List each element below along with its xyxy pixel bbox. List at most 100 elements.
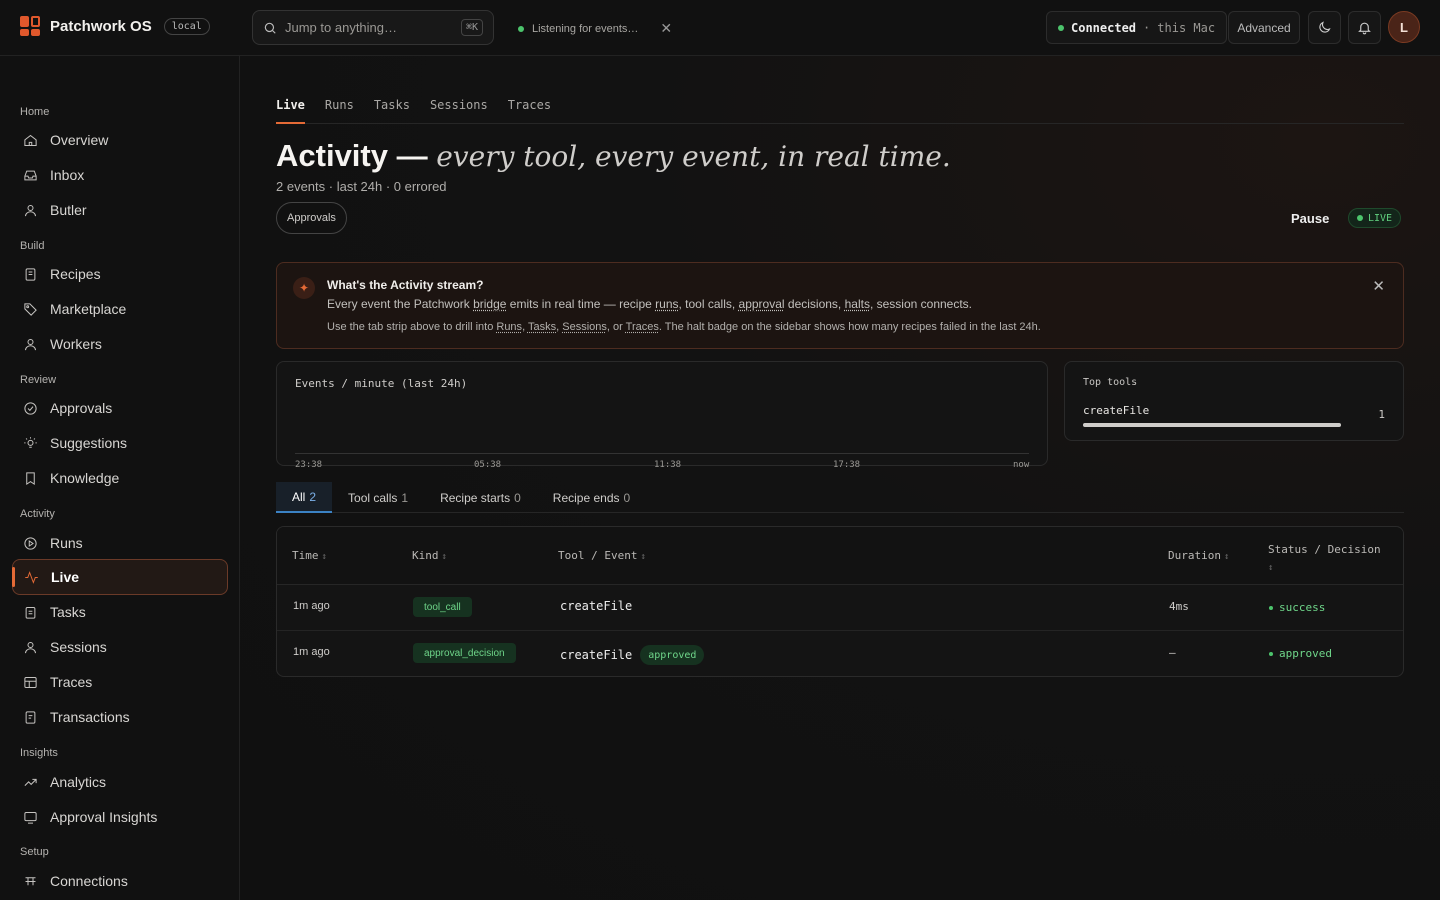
sidebar-item-approvals[interactable]: Approvals xyxy=(12,390,228,426)
bell-icon xyxy=(1358,22,1371,35)
filter-tab-recipe-starts[interactable]: Recipe starts 0 xyxy=(424,482,537,513)
tab-sessions[interactable]: Sessions xyxy=(430,96,488,124)
column-status[interactable]: Status / Decision ↕ xyxy=(1268,541,1398,577)
top-tool-bar-track xyxy=(1083,423,1341,427)
row-duration: — xyxy=(1169,646,1176,659)
connection-label: Connected xyxy=(1071,20,1137,35)
tab-tasks[interactable]: Tasks xyxy=(374,96,410,124)
sidebar-item-marketplace[interactable]: Marketplace xyxy=(12,291,228,327)
sidebar-item-recipes[interactable]: Recipes xyxy=(12,256,228,292)
search-box[interactable]: Jump to anything… ⌘K xyxy=(252,10,494,45)
sessions-tab-link[interactable]: Sessions xyxy=(562,321,607,333)
top-tool-name[interactable]: createFile xyxy=(1083,404,1149,417)
sidebar-item-label: Connections xyxy=(50,873,128,889)
column-tool-event[interactable]: Tool / Event ↕ xyxy=(558,549,646,562)
sidebar-item-traces[interactable]: Traces xyxy=(12,664,228,700)
notifications-button[interactable] xyxy=(1348,11,1381,44)
close-banner-icon[interactable]: ✕ xyxy=(1372,277,1385,295)
home-icon xyxy=(24,134,37,146)
sidebar-item-sessions[interactable]: Sessions xyxy=(12,629,228,665)
tab-runs[interactable]: Runs xyxy=(325,96,354,124)
main-content: Live Runs Tasks Sessions Traces Activity… xyxy=(240,56,1440,900)
approval-link[interactable]: approval xyxy=(739,297,785,311)
sidebar-item-live[interactable]: Live xyxy=(12,559,228,595)
filter-tab-tool-calls[interactable]: Tool calls 1 xyxy=(332,482,424,513)
filter-tab-all[interactable]: All 2 xyxy=(276,482,333,513)
filter-tab-count: 1 xyxy=(401,490,409,505)
search-input[interactable]: Jump to anything… xyxy=(285,20,453,35)
sidebar-item-label: Knowledge xyxy=(50,470,120,486)
column-kind[interactable]: Kind ↕ xyxy=(412,549,447,562)
filter-tab-label: Recipe ends xyxy=(552,490,620,505)
bridge-link[interactable]: bridge xyxy=(473,297,506,311)
plug-icon xyxy=(25,876,36,885)
chart-title: Events / minute (last 24h) xyxy=(295,377,468,390)
listening-toast: Listening for events… ✕ xyxy=(518,20,672,37)
column-duration[interactable]: Duration ↕ xyxy=(1168,549,1229,562)
info-text: emits in real time — recipe xyxy=(506,297,656,311)
sidebar-item-runs[interactable]: Runs xyxy=(12,525,228,561)
filter-tab-recipe-ends[interactable]: Recipe ends 0 xyxy=(537,482,646,513)
column-label: Tool / Event xyxy=(558,549,638,562)
sidebar-item-workers[interactable]: Workers xyxy=(12,326,228,362)
live-badge-label: LIVE xyxy=(1368,212,1393,224)
sidebar-item-connections[interactable]: Connections xyxy=(12,863,228,899)
info-text: , or xyxy=(606,321,626,333)
row-status: success xyxy=(1269,601,1325,614)
close-toast-icon[interactable]: ✕ xyxy=(660,20,672,37)
column-label: Time xyxy=(292,549,319,562)
sidebar-item-label: Transactions xyxy=(50,709,130,725)
sidebar-item-transactions[interactable]: Transactions xyxy=(12,699,228,735)
bookmark-icon xyxy=(26,471,35,485)
sidebar-item-inbox[interactable]: Inbox xyxy=(12,157,228,193)
runs-tab-link[interactable]: Runs xyxy=(496,321,522,333)
row-time: 1m ago xyxy=(293,646,330,658)
sidebar-item-butler[interactable]: Butler xyxy=(12,192,228,228)
pause-button[interactable]: Pause xyxy=(1291,211,1329,226)
sort-icon: ↕ xyxy=(321,552,327,562)
sidebar-item-label: Tasks xyxy=(50,604,86,620)
filter-tab-count: 2 xyxy=(309,489,317,504)
sidebar-item-overview[interactable]: Overview xyxy=(12,122,228,158)
book-icon xyxy=(25,267,36,281)
sidebar-item-label: Workers xyxy=(50,336,102,352)
patchwork-logo-icon xyxy=(20,16,40,36)
table-row[interactable]: 1m ago approval_decision createFile appro… xyxy=(277,631,1403,676)
theme-toggle-button[interactable] xyxy=(1308,11,1341,44)
sort-icon: ↕ xyxy=(1268,563,1274,573)
traces-tab-link[interactable]: Traces xyxy=(626,321,659,333)
tab-traces[interactable]: Traces xyxy=(508,96,551,124)
column-time[interactable]: Time ↕ xyxy=(292,549,327,562)
tab-live[interactable]: Live xyxy=(276,96,305,124)
app-name: Patchwork OS xyxy=(50,17,152,35)
info-banner-line1: Every event the Patchwork bridge emits i… xyxy=(327,297,972,311)
event-filter-tabs: All 2 Tool calls 1 Recipe starts 0 Recipe e… xyxy=(276,482,1404,513)
sidebar-item-suggestions[interactable]: Suggestions xyxy=(12,425,228,461)
tool-name: createFile xyxy=(560,648,633,662)
sidebar-item-analytics[interactable]: Analytics xyxy=(12,764,228,800)
row-duration: 4ms xyxy=(1169,600,1189,613)
table-header: Time ↕ Kind ↕ Tool / Event ↕ Duration ↕ Stat… xyxy=(277,527,1403,585)
avatar[interactable]: L xyxy=(1388,11,1420,43)
sort-icon: ↕ xyxy=(640,552,646,562)
info-text: , session connects. xyxy=(869,297,973,311)
runs-link[interactable]: runs xyxy=(655,297,678,311)
decision-tag: approved xyxy=(640,645,705,665)
column-label: Kind xyxy=(412,549,439,562)
user-icon xyxy=(25,204,36,216)
table-row[interactable]: 1m ago tool_call createFile 4ms success xyxy=(277,585,1403,631)
connection-status[interactable]: Connected · this Mac xyxy=(1046,11,1228,44)
halts-link[interactable]: halts xyxy=(845,297,870,311)
moon-icon xyxy=(1319,21,1331,33)
sidebar-item-tasks[interactable]: Tasks xyxy=(12,594,228,630)
brand[interactable]: Patchwork OS local xyxy=(20,16,210,36)
row-status: approved xyxy=(1269,647,1332,660)
section-setup: Setup xyxy=(20,846,49,858)
sidebar-item-approval-insights[interactable]: Approval Insights xyxy=(12,799,228,835)
approvals-filter-pill[interactable]: Approvals xyxy=(276,202,347,234)
tag-icon xyxy=(24,302,37,316)
sidebar-item-knowledge[interactable]: Knowledge xyxy=(12,460,228,496)
tasks-tab-link[interactable]: Tasks xyxy=(528,321,556,333)
page-summary: 2 events · last 24h · 0 errored xyxy=(276,179,447,194)
advanced-button[interactable]: Advanced xyxy=(1228,11,1300,44)
